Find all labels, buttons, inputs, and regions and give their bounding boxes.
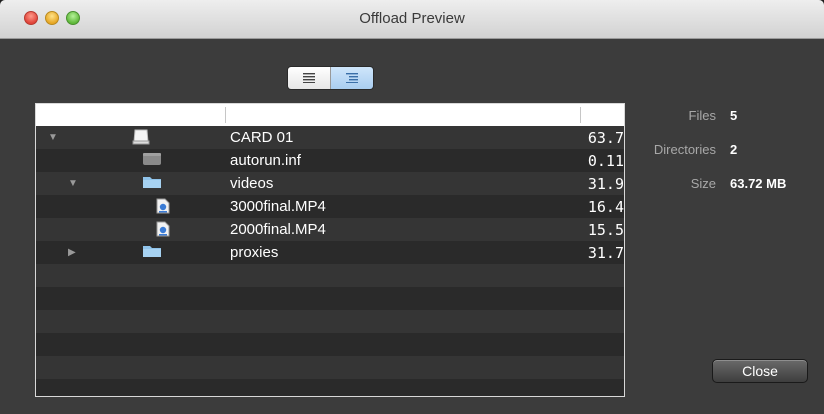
table-row[interactable]: ▶ proxies 31.7 — [36, 241, 624, 264]
size-label: Size — [690, 176, 716, 191]
column-divider[interactable] — [580, 107, 581, 123]
video-file-icon — [156, 198, 170, 218]
window-title: Offload Preview — [359, 10, 465, 27]
table-row[interactable]: 3000final.MP4 16.4 — [36, 195, 624, 218]
table-header — [36, 104, 624, 127]
item-size: 31.7 — [587, 244, 624, 262]
item-size: 0.11 — [587, 152, 624, 170]
title-bar: Offload Preview — [0, 0, 824, 39]
list-icon — [303, 73, 315, 83]
empty-row — [36, 287, 624, 310]
files-label: Files — [688, 108, 716, 123]
offload-preview-window: Offload Preview ▼ CARD 01 63.7 autorun.in — [0, 0, 824, 414]
table-row[interactable]: ▼ CARD 01 63.7 — [36, 126, 624, 149]
item-name: proxies — [230, 244, 279, 261]
disclosure-collapsed-icon[interactable]: ▶ — [68, 247, 76, 258]
table-rows: ▼ CARD 01 63.7 autorun.inf 0.11 ▼ videos 31.9 30… — [36, 126, 624, 396]
files-value: 5 — [730, 108, 738, 123]
empty-row — [36, 333, 624, 356]
item-size: 16.4 — [587, 198, 624, 216]
table-row[interactable]: 2000final.MP4 15.5 — [36, 218, 624, 241]
empty-row — [36, 379, 624, 396]
video-file-icon — [156, 221, 170, 241]
outline-icon — [346, 73, 358, 83]
disclosure-expanded-icon[interactable]: ▼ — [48, 132, 58, 143]
file-icon — [142, 152, 162, 170]
column-divider[interactable] — [225, 107, 226, 123]
file-tree-table[interactable]: ▼ CARD 01 63.7 autorun.inf 0.11 ▼ videos 31.9 30… — [35, 103, 625, 397]
view-mode-toggle — [287, 66, 374, 90]
close-button[interactable]: Close — [712, 359, 808, 383]
directories-value: 2 — [730, 142, 738, 157]
empty-row — [36, 264, 624, 287]
item-name: autorun.inf — [230, 152, 301, 169]
directories-label: Directories — [653, 142, 716, 157]
item-name: CARD 01 — [230, 129, 294, 146]
empty-row — [36, 310, 624, 333]
drive-icon — [132, 129, 150, 149]
item-size: 15.5 — [587, 221, 624, 239]
size-value: 63.72 MB — [730, 176, 787, 191]
folder-icon — [142, 244, 162, 262]
list-view-button[interactable] — [288, 67, 331, 89]
outline-view-button[interactable] — [331, 67, 373, 89]
table-row[interactable]: autorun.inf 0.11 — [36, 149, 624, 172]
item-name: videos — [230, 175, 274, 192]
empty-row — [36, 356, 624, 379]
folder-icon — [142, 175, 162, 193]
table-row[interactable]: ▼ videos 31.9 — [36, 172, 624, 195]
disclosure-expanded-icon[interactable]: ▼ — [68, 178, 78, 189]
item-size: 63.7 — [587, 129, 624, 147]
item-name: 3000final.MP4 — [230, 198, 326, 215]
item-name: 2000final.MP4 — [230, 221, 326, 238]
item-size: 31.9 — [587, 175, 624, 193]
